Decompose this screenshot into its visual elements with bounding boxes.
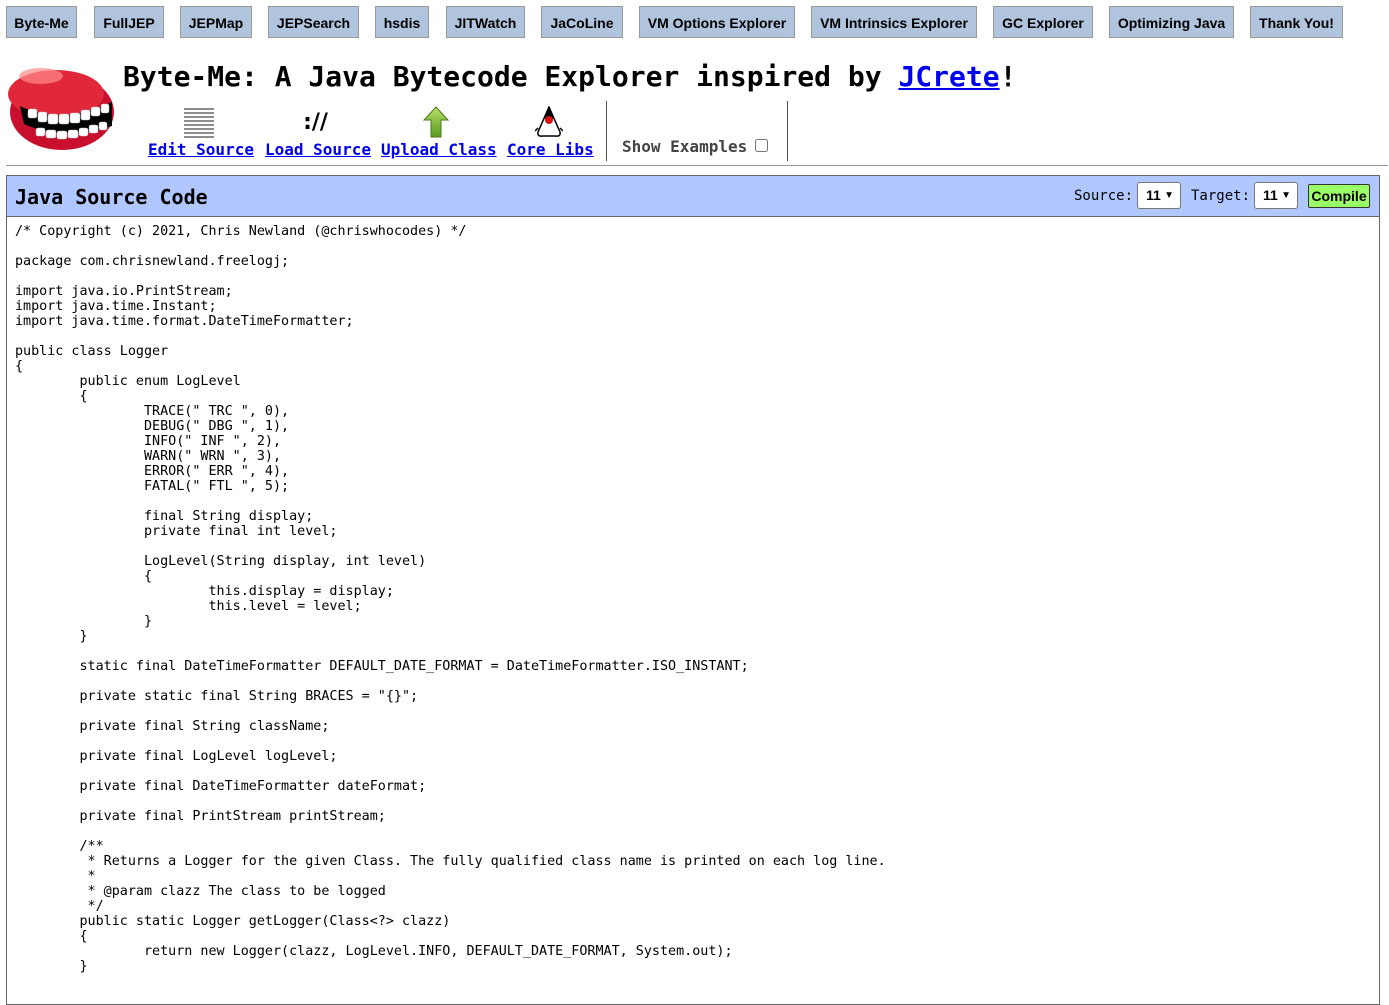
nav-thank-you[interactable]: Thank You! <box>1250 6 1343 38</box>
toolbar-divider <box>606 101 607 161</box>
source-version-label: Source: <box>1074 188 1134 204</box>
url-icon: :// <box>265 104 366 140</box>
url-icon-text: :// <box>303 109 328 135</box>
core-libs-button[interactable]: Core Libs <box>507 104 594 159</box>
target-version-select[interactable]: 11 ▼ <box>1254 182 1298 209</box>
nav-byte-me[interactable]: Byte-Me <box>6 6 77 38</box>
nav-jepsearch[interactable]: JEPSearch <box>268 6 359 38</box>
nav-jepmap[interactable]: JEPMap <box>180 6 252 38</box>
duke-icon <box>507 104 590 140</box>
header-divider <box>6 165 1388 166</box>
source-version-value: 11 <box>1146 187 1161 203</box>
load-source-button[interactable]: :// Load Source <box>265 104 371 160</box>
nav-vm-intrinsics-explorer[interactable]: VM Intrinsics Explorer <box>811 6 977 38</box>
show-examples-checkbox[interactable] <box>755 139 768 152</box>
upload-arrow-icon <box>381 104 491 140</box>
page-title: Byte-Me: A Java Bytecode Explorer inspir… <box>123 60 1016 93</box>
nav-fulljep[interactable]: FullJEP <box>94 6 164 38</box>
target-version-label: Target: <box>1191 188 1251 204</box>
target-version-value: 11 <box>1263 187 1278 203</box>
chevron-down-icon: ▼ <box>1281 190 1291 201</box>
nav-gc-explorer[interactable]: GC Explorer <box>993 6 1093 38</box>
chevron-down-icon: ▼ <box>1164 190 1174 201</box>
nav-jitwatch[interactable]: JITWatch <box>446 6 525 38</box>
nav-vm-options-explorer[interactable]: VM Options Explorer <box>639 6 795 38</box>
edit-source-button[interactable]: Edit Source <box>148 104 254 159</box>
edit-source-label: Edit Source <box>148 140 254 159</box>
jcrete-link[interactable]: JCrete <box>898 60 999 93</box>
show-examples-label: Show Examples <box>622 137 748 156</box>
java-source-panel: Java Source Code Source: 11 ▼ Target: 11… <box>6 175 1380 1005</box>
title-text: Byte-Me: A Java Bytecode Explorer inspir… <box>123 60 899 93</box>
nav-optimizing-java[interactable]: Optimizing Java <box>1109 6 1234 38</box>
upload-class-button[interactable]: Upload Class <box>381 104 497 159</box>
panel-title: Java Source Code <box>15 185 208 209</box>
core-libs-label: Core Libs <box>507 140 594 159</box>
chattering-teeth-logo <box>8 68 114 150</box>
nav-jacoline[interactable]: JaCoLine <box>541 6 623 38</box>
nav-hsdis[interactable]: hsdis <box>375 6 429 38</box>
compile-button[interactable]: Compile <box>1308 184 1370 208</box>
show-examples-toggle: Show Examples <box>622 137 768 156</box>
text-lines-icon <box>148 104 249 140</box>
toolbar-divider-right <box>787 101 788 161</box>
java-source-editor[interactable]: /* Copyright (c) 2021, Chris Newland (@c… <box>7 217 1379 981</box>
source-version-select[interactable]: 11 ▼ <box>1137 182 1181 209</box>
load-source-label: Load Source <box>265 140 371 159</box>
title-suffix: ! <box>999 60 1017 93</box>
upload-class-label: Upload Class <box>381 140 497 159</box>
panel-header: Java Source Code Source: 11 ▼ Target: 11… <box>7 176 1379 217</box>
